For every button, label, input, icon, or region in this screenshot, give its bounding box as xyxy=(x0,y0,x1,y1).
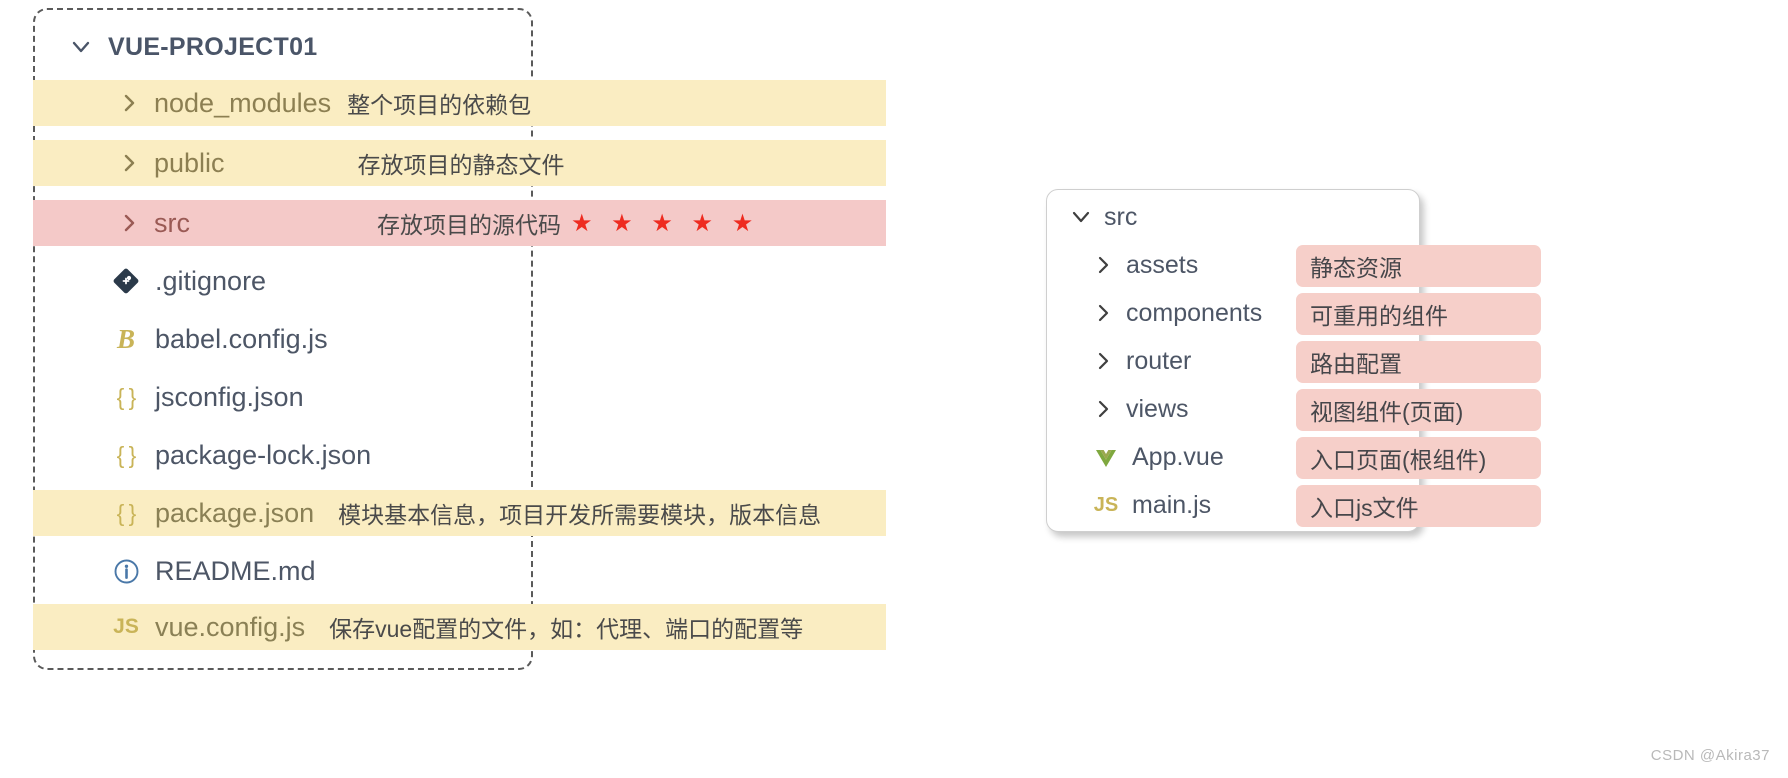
src-tree-row-router[interactable]: router xyxy=(1092,337,1191,385)
chevron-right-icon[interactable] xyxy=(1092,350,1114,372)
vue-icon xyxy=(1092,444,1120,470)
tree-row-label: babel.config.js xyxy=(155,323,328,354)
tree-row-label: package-lock.json xyxy=(155,439,372,470)
chevron-right-icon[interactable] xyxy=(118,92,140,114)
src-tree-row-label: views xyxy=(1126,394,1189,423)
tree-row-label: jsconfig.json xyxy=(155,381,304,412)
tree-row-label: node_modules xyxy=(154,87,332,118)
src-badge-assets: 静态资源 xyxy=(1296,245,1541,287)
src-badge-views: 视图组件(页面) xyxy=(1296,389,1541,431)
tree-row-package-json[interactable]: { } package.json 模块基本信息，项目开发所需要模块，版本信息 xyxy=(33,490,886,536)
info-icon xyxy=(111,558,141,585)
tree-row-gitignore[interactable]: .gitignore xyxy=(33,258,886,304)
src-badge-text: 入口js文件 xyxy=(1310,495,1419,521)
src-tree-row-label: App.vue xyxy=(1132,442,1224,471)
src-badge-text: 静态资源 xyxy=(1310,255,1402,281)
project-tree-rows: VUE-PROJECT01 node_modules 整个项目的依赖包 publ… xyxy=(33,8,1033,670)
json-icon: { } xyxy=(116,441,137,468)
tree-row-label: package.json xyxy=(155,497,315,528)
tree-row-label: public xyxy=(154,147,225,178)
src-tree-row-app-vue[interactable]: App.vue xyxy=(1092,433,1224,481)
tree-row-package-lock[interactable]: { } package-lock.json xyxy=(33,432,886,478)
tree-row-label: vue.config.js xyxy=(155,611,306,642)
tree-row-babel-config[interactable]: B babel.config.js xyxy=(33,316,886,362)
tree-row-public[interactable]: public 存放项目的静态文件 xyxy=(33,140,886,186)
tree-row-readme[interactable]: README.md xyxy=(33,548,886,594)
src-badge-text: 路由配置 xyxy=(1310,351,1402,377)
chevron-right-icon[interactable] xyxy=(1092,302,1114,324)
chevron-down-icon[interactable] xyxy=(1070,206,1092,228)
json-icon: { } xyxy=(116,499,137,526)
js-icon: JS xyxy=(1093,493,1119,516)
js-icon: JS xyxy=(113,615,139,638)
src-badge-text: 入口页面(根组件) xyxy=(1310,447,1487,473)
tree-row-label: README.md xyxy=(155,555,316,586)
src-tree-root[interactable]: src xyxy=(1070,193,1137,241)
src-tree-row-views[interactable]: views xyxy=(1092,385,1189,433)
src-badge-router: 路由配置 xyxy=(1296,341,1541,383)
tree-row-label: .gitignore xyxy=(155,265,267,296)
src-tree-row-label: router xyxy=(1126,346,1192,375)
tree-row-note: 存放项目的静态文件 xyxy=(357,152,565,178)
tree-row-note: 存放项目的源代码 xyxy=(377,212,561,238)
chevron-down-icon[interactable] xyxy=(70,36,92,58)
tree-row-jsconfig[interactable]: { } jsconfig.json xyxy=(33,374,886,420)
watermark: CSDN @Akira37 xyxy=(1650,747,1770,764)
chevron-right-icon[interactable] xyxy=(118,152,140,174)
src-tree-row-components[interactable]: components xyxy=(1092,289,1262,337)
tree-row-label: src xyxy=(154,207,190,238)
src-badge-text: 视图组件(页面) xyxy=(1310,399,1464,425)
tree-row-note: 模块基本信息，项目开发所需要模块，版本信息 xyxy=(338,502,822,528)
src-tree-row-label: assets xyxy=(1126,250,1199,279)
src-tree-row-label: main.js xyxy=(1132,490,1212,519)
chevron-right-icon[interactable] xyxy=(1092,254,1114,276)
src-tree-row-label: components xyxy=(1126,298,1263,327)
src-badge-components: 可重用的组件 xyxy=(1296,293,1541,335)
chevron-right-icon[interactable] xyxy=(118,212,140,234)
tree-root-vue-project01[interactable]: VUE-PROJECT01 xyxy=(33,24,318,70)
tree-row-src[interactable]: src 存放项目的源代码 ★ ★ ★ ★ ★ xyxy=(33,200,886,246)
src-badge-app-vue: 入口页面(根组件) xyxy=(1296,437,1541,479)
tree-row-node-modules[interactable]: node_modules 整个项目的依赖包 xyxy=(33,80,886,126)
priority-stars: ★ ★ ★ ★ ★ xyxy=(571,209,760,237)
src-tree-row-main-js[interactable]: JS main.js xyxy=(1092,481,1211,529)
chevron-right-icon[interactable] xyxy=(1092,398,1114,420)
src-badge-main-js: 入口js文件 xyxy=(1296,485,1541,527)
json-icon: { } xyxy=(116,383,137,410)
src-badge-text: 可重用的组件 xyxy=(1310,303,1448,329)
tree-root-label: VUE-PROJECT01 xyxy=(108,32,318,61)
src-tree-row-assets[interactable]: assets xyxy=(1092,241,1198,289)
tree-row-vue-config[interactable]: JS vue.config.js 保存vue配置的文件，如：代理、端口的配置等 xyxy=(33,604,886,650)
tree-row-note: 整个项目的依赖包 xyxy=(347,92,532,118)
babel-icon: B xyxy=(116,323,135,354)
git-icon xyxy=(111,268,141,294)
src-tree-root-label: src xyxy=(1104,202,1138,231)
tree-row-note: 保存vue配置的文件，如：代理、端口的配置等 xyxy=(329,616,804,642)
